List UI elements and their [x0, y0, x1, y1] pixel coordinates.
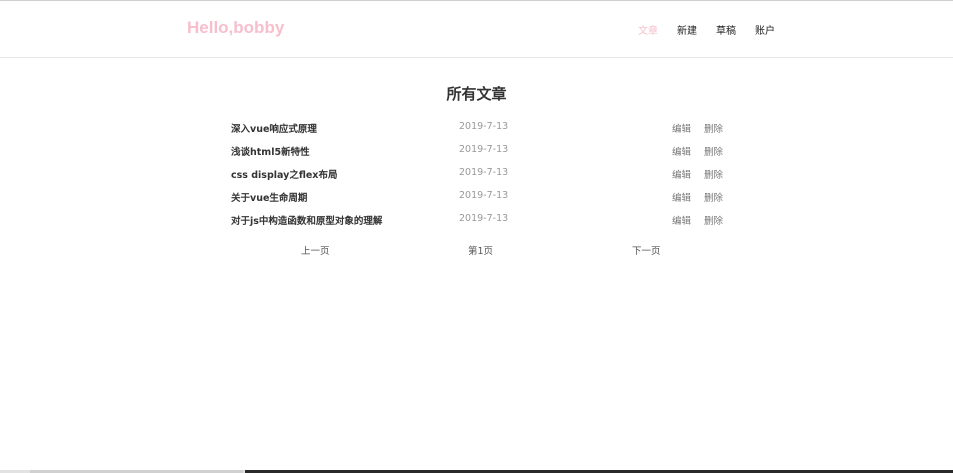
page-title: 所有文章	[446, 85, 507, 103]
prev-page-button[interactable]: 上一页	[301, 243, 330, 257]
edit-button[interactable]: 编辑	[672, 190, 691, 204]
pagination: 上一页 第1页 下一页	[0, 243, 953, 259]
delete-button[interactable]: 删除	[704, 121, 723, 135]
article-date: 2019-7-13	[459, 167, 509, 178]
article-date: 2019-7-13	[459, 213, 509, 224]
article-date: 2019-7-13	[459, 190, 509, 201]
article-list: 深入vue响应式原理 2019-7-13 编辑 删除 浅谈html5新特性 20…	[231, 117, 731, 232]
article-title[interactable]: 深入vue响应式原理	[231, 121, 317, 135]
nav-item-articles[interactable]: 文章	[638, 22, 658, 37]
nav-item-drafts[interactable]: 草稿	[716, 22, 736, 37]
article-title[interactable]: 对于js中构造函数和原型对象的理解	[231, 213, 382, 227]
delete-button[interactable]: 删除	[704, 190, 723, 204]
site-header: Hello,bobby 文章 新建 草稿 账户	[0, 1, 953, 58]
article-date: 2019-7-13	[459, 121, 509, 132]
delete-button[interactable]: 删除	[704, 213, 723, 227]
delete-button[interactable]: 删除	[704, 167, 723, 181]
edit-button[interactable]: 编辑	[672, 167, 691, 181]
article-row: css display之flex布局 2019-7-13 编辑 删除	[231, 163, 731, 186]
current-page-indicator: 第1页	[468, 246, 494, 257]
article-row: 关于vue生命周期 2019-7-13 编辑 删除	[231, 186, 731, 209]
brand-logo[interactable]: Hello,bobby	[187, 18, 284, 38]
article-row: 深入vue响应式原理 2019-7-13 编辑 删除	[231, 117, 731, 140]
article-title[interactable]: 关于vue生命周期	[231, 190, 307, 204]
article-date: 2019-7-13	[459, 144, 509, 155]
nav-item-account[interactable]: 账户	[755, 22, 775, 37]
article-row: 浅谈html5新特性 2019-7-13 编辑 删除	[231, 140, 731, 163]
nav-item-new[interactable]: 新建	[677, 22, 697, 37]
article-title[interactable]: css display之flex布局	[231, 167, 337, 181]
edit-button[interactable]: 编辑	[672, 213, 691, 227]
delete-button[interactable]: 删除	[704, 144, 723, 158]
main-nav: 文章 新建 草稿 账户	[638, 22, 775, 37]
edit-button[interactable]: 编辑	[672, 144, 691, 158]
article-row: 对于js中构造函数和原型对象的理解 2019-7-13 编辑 删除	[231, 209, 731, 232]
article-title[interactable]: 浅谈html5新特性	[231, 144, 310, 158]
edit-button[interactable]: 编辑	[672, 121, 691, 135]
next-page-button[interactable]: 下一页	[632, 243, 661, 257]
